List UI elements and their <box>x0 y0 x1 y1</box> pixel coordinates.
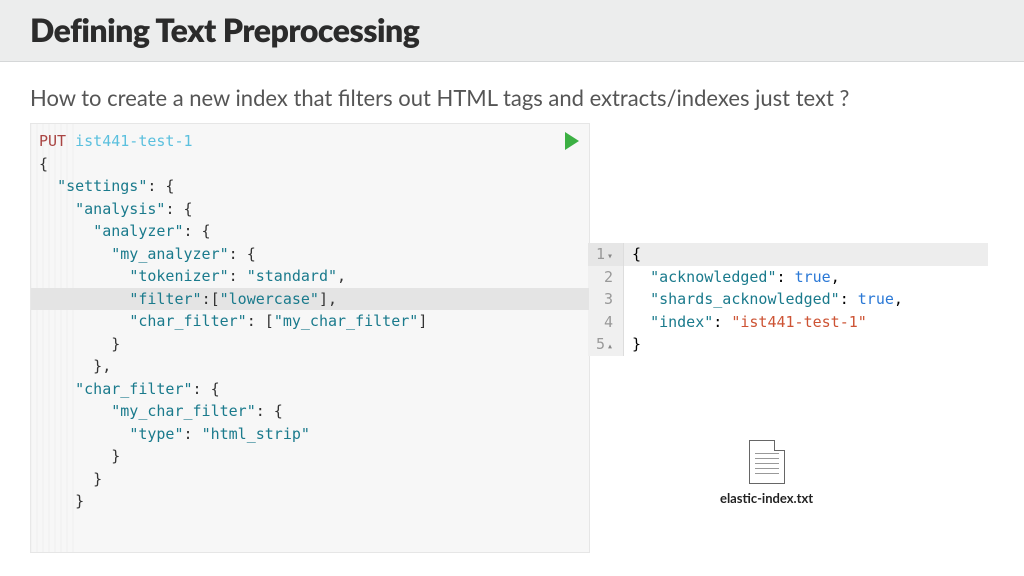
response-viewer: 1▾{2 "acknowledged": true,3 "shards_ackn… <box>588 243 988 356</box>
page-title: Defining Text Preprocessing <box>30 10 994 49</box>
subtitle: How to create a new index that filters o… <box>0 62 1024 123</box>
file-name: elastic-index.txt <box>720 490 813 506</box>
content-area: PUT ist441-test-1{ "settings": { "analys… <box>0 123 1024 553</box>
file-icon <box>749 440 785 484</box>
request-editor[interactable]: PUT ist441-test-1{ "settings": { "analys… <box>30 123 590 553</box>
header-bar: Defining Text Preprocessing <box>0 0 1024 62</box>
request-code: PUT ist441-test-1{ "settings": { "analys… <box>39 130 581 513</box>
file-attachment[interactable]: elastic-index.txt <box>720 440 813 506</box>
